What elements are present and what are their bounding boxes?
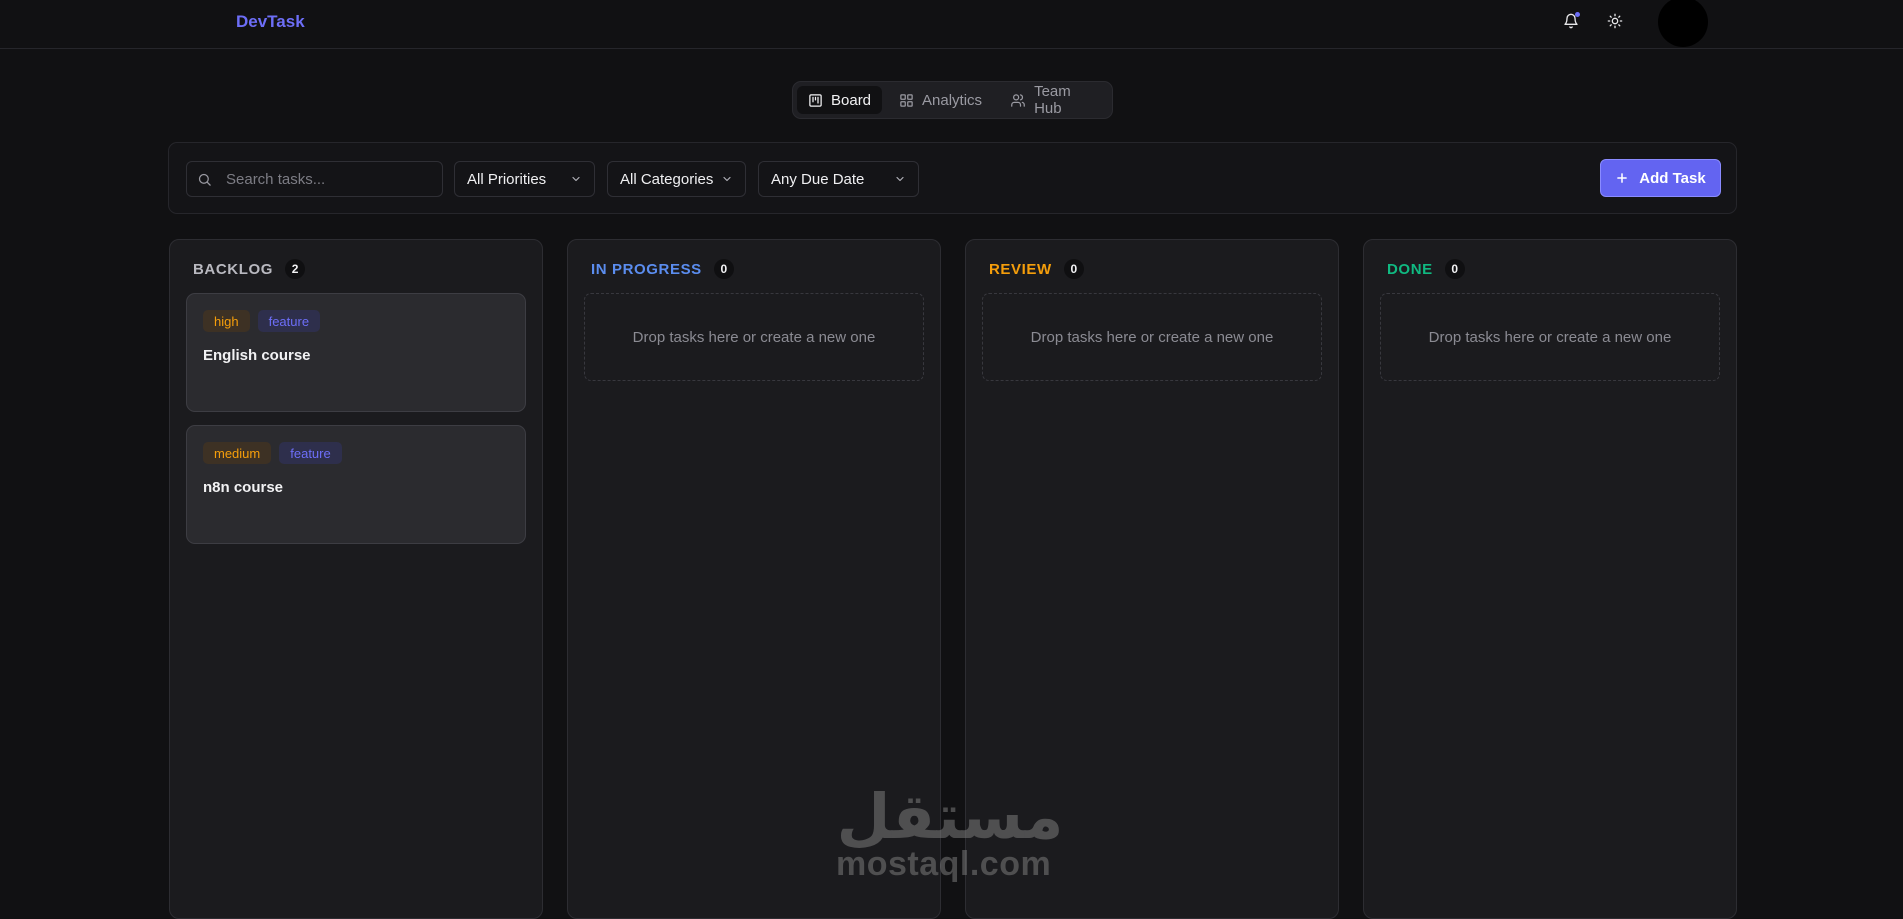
search-box[interactable] (186, 161, 443, 197)
task-card[interactable]: medium feature n8n course (186, 425, 526, 544)
priority-badge: medium (203, 442, 272, 464)
tab-analytics[interactable]: Analytics (888, 86, 993, 114)
column-title: BACKLOG (193, 260, 274, 278)
drop-zone[interactable]: Drop tasks here or create a new one (584, 293, 924, 381)
watermark: مستقل mostaql.com (830, 778, 1070, 888)
column-count-badge: 0 (1444, 259, 1465, 279)
add-task-label: Add Task (1639, 169, 1706, 187)
tab-board-label: Board (831, 91, 872, 109)
mostaql-logo-graphic: مستقل (837, 780, 1064, 850)
column-title: DONE (1387, 260, 1433, 278)
view-tabs: Board Analytics Team Hub (792, 81, 1113, 119)
watermark-text: mostaql.com (836, 845, 1052, 883)
add-task-button[interactable]: Add Task (1600, 159, 1721, 197)
tab-board[interactable]: Board (797, 86, 883, 114)
notification-dot (1575, 12, 1580, 17)
plus-icon (1617, 173, 1628, 183)
column-title: REVIEW (989, 260, 1052, 278)
filter-toolbar: All Priorities All Categories Any Due Da… (168, 142, 1737, 214)
task-card[interactable]: high feature English course (186, 293, 526, 412)
category-badge: feature (279, 442, 342, 464)
column-count-badge: 0 (1063, 259, 1084, 279)
user-avatar[interactable] (1658, 0, 1708, 47)
theme-toggle-button[interactable] (1604, 10, 1626, 32)
chevron-down-icon (896, 176, 904, 182)
column-count-badge: 0 (713, 259, 734, 279)
notifications-button[interactable] (1560, 10, 1582, 32)
tab-analytics-label: Analytics (922, 91, 983, 109)
search-input[interactable] (224, 169, 424, 189)
watermark-arabic: مستقل (837, 780, 1064, 850)
priority-filter-value: All Priorities (467, 170, 547, 188)
due-date-filter-value: Any Due Date (771, 170, 865, 188)
chevron-down-icon (572, 176, 580, 182)
sun-icon (1607, 13, 1623, 29)
due-date-filter-select[interactable]: Any Due Date (758, 161, 919, 197)
column-done[interactable]: DONE 0 Drop tasks here or create a new o… (1363, 239, 1737, 919)
task-title: n8n course (203, 479, 284, 496)
column-header: BACKLOG 2 (193, 259, 306, 279)
priority-badge: high (203, 310, 250, 332)
grid-icon (900, 93, 913, 107)
category-filter-value: All Categories (620, 170, 714, 188)
board-icon (809, 93, 822, 107)
task-title: English course (203, 347, 311, 364)
task-tags: medium feature (203, 442, 342, 464)
top-header: DevTask (0, 0, 1903, 49)
tab-team-hub[interactable]: Team Hub (999, 83, 1108, 117)
search-icon (198, 173, 211, 186)
users-icon (1011, 93, 1025, 107)
priority-filter-select[interactable]: All Priorities (454, 161, 595, 197)
column-count-badge: 2 (285, 259, 306, 279)
column-header: DONE 0 (1387, 259, 1465, 279)
column-backlog[interactable]: BACKLOG 2 high feature English course me… (169, 239, 543, 919)
category-badge: feature (257, 310, 321, 332)
brand-logo[interactable]: DevTask (236, 12, 305, 32)
task-tags: high feature (203, 310, 321, 332)
drop-zone[interactable]: Drop tasks here or create a new one (1380, 293, 1720, 381)
category-filter-select[interactable]: All Categories (607, 161, 746, 197)
column-header: REVIEW 0 (989, 259, 1084, 279)
drop-zone[interactable]: Drop tasks here or create a new one (982, 293, 1322, 381)
column-header: IN PROGRESS 0 (591, 259, 734, 279)
chevron-down-icon (723, 176, 731, 182)
tab-team-hub-label: Team Hub (1034, 83, 1071, 117)
column-title: IN PROGRESS (591, 260, 702, 278)
